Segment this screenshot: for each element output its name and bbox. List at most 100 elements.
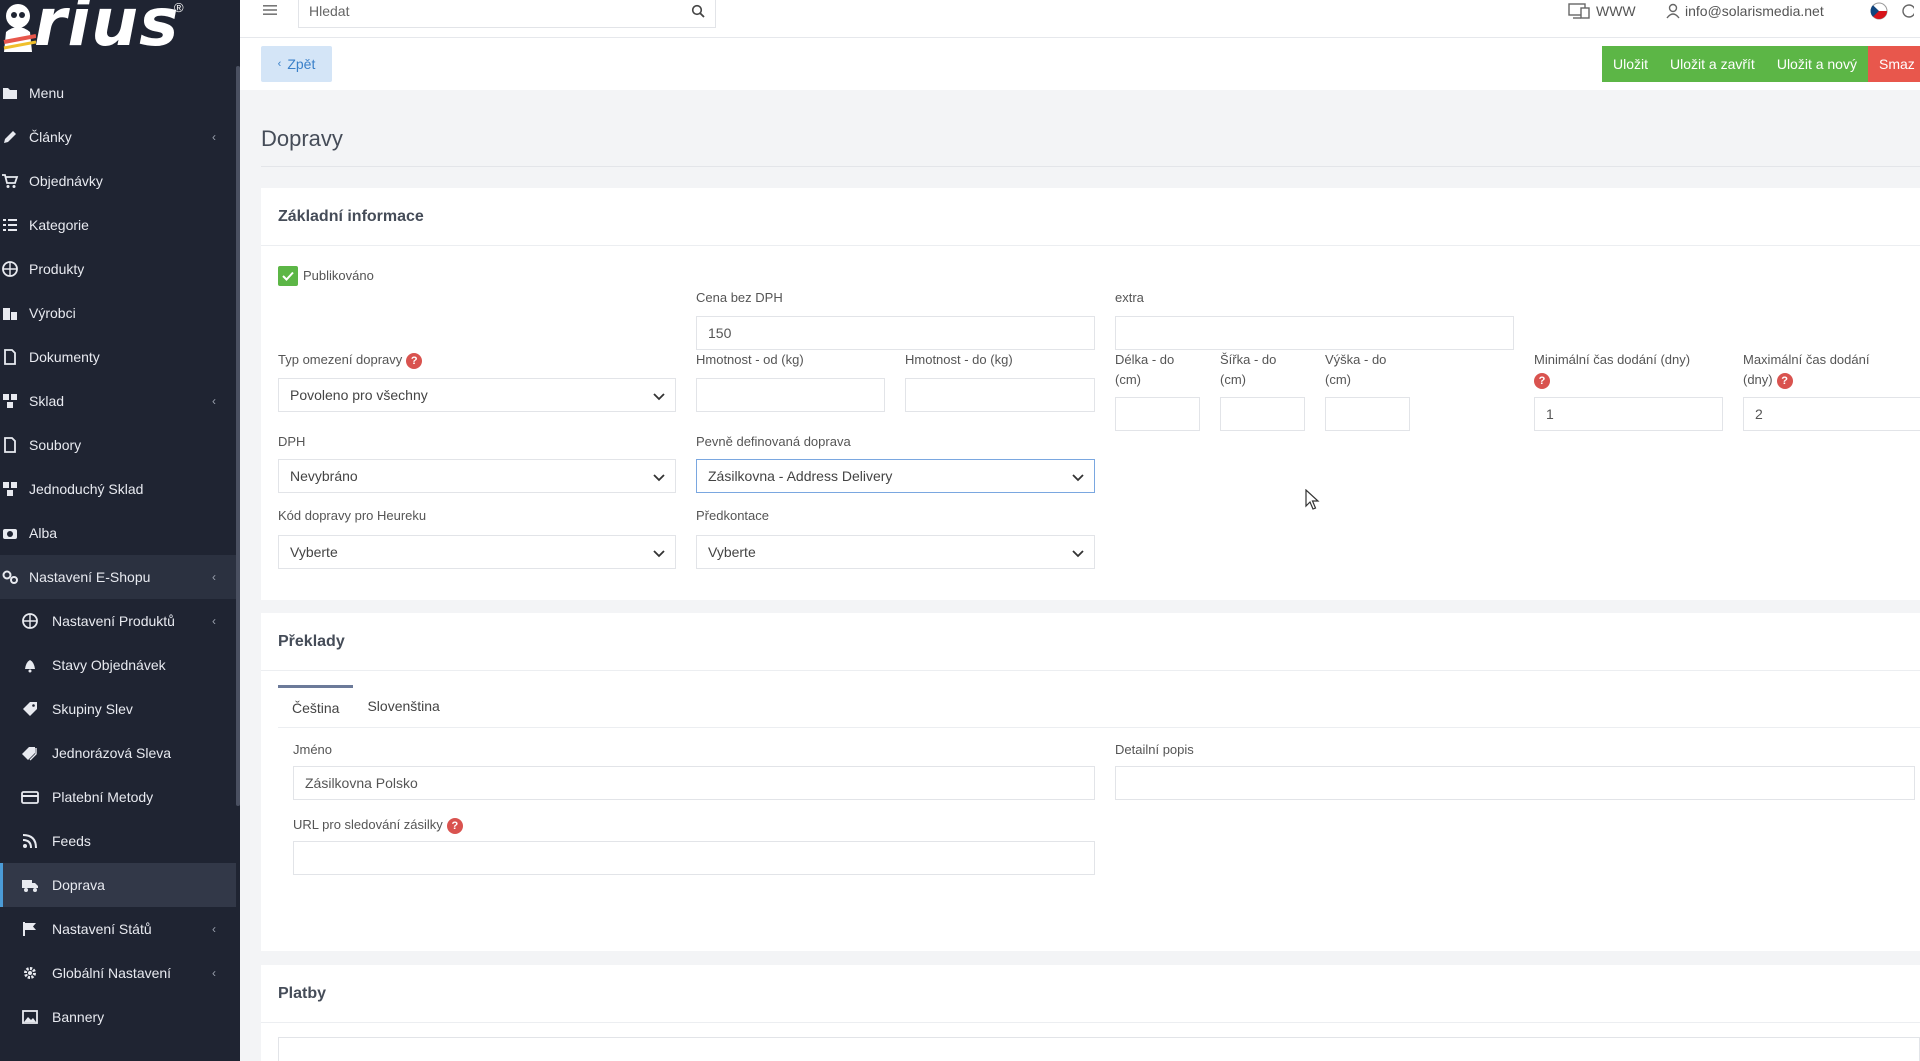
- mascot-icon: [3, 4, 36, 52]
- logo[interactable]: rius ®: [0, 0, 240, 62]
- sidebar-item-globalni-nastaveni[interactable]: Globální Nastavení ‹: [0, 951, 236, 995]
- sidebar-item-nastaveni-e-shopu[interactable]: Nastavení E-Shopu ‹: [0, 555, 236, 599]
- tab-slovenstina[interactable]: Slovenština: [353, 685, 453, 727]
- sidebar-item-clanky[interactable]: Články ‹: [0, 115, 236, 159]
- sidebar-item-alba[interactable]: Alba: [0, 511, 236, 555]
- extra-input[interactable]: [1115, 316, 1514, 350]
- heureka-value: Vyberte: [290, 544, 338, 560]
- sidebar-item-doprava[interactable]: Doprava: [0, 863, 236, 907]
- chevron-left-icon: ‹: [212, 922, 216, 936]
- sidebar-scrollbar[interactable]: [236, 66, 240, 806]
- sidebar-item-soubory[interactable]: Soubory: [0, 423, 236, 467]
- help-icon[interactable]: ?: [446, 817, 463, 834]
- flag-icon: [21, 920, 39, 938]
- chevron-down-icon: [1072, 474, 1084, 482]
- tags-icon: [21, 744, 39, 762]
- sidebar-item-label: Jednoduchý Sklad: [29, 481, 144, 497]
- extra-label: extra: [1115, 290, 1144, 305]
- chevron-down-icon: [653, 393, 665, 401]
- vat-select[interactable]: Nevybráno: [278, 459, 676, 493]
- sidebar-item-kategorie[interactable]: Kategorie: [0, 203, 236, 247]
- tag-icon: [21, 700, 39, 718]
- image-icon: [21, 1008, 39, 1026]
- width-label: Šířka - do (cm): [1220, 350, 1276, 390]
- help-icon[interactable]: ?: [1534, 372, 1550, 389]
- sidebar-item-jednorazova-sleva[interactable]: Jednorázová Sleva: [0, 731, 236, 775]
- tab-cestina[interactable]: Čeština: [278, 685, 354, 727]
- length-input[interactable]: [1115, 397, 1200, 431]
- cart-icon: [1, 172, 19, 190]
- price-input[interactable]: 150: [696, 316, 1095, 350]
- sidebar-item-sklad[interactable]: Sklad ‹: [0, 379, 236, 423]
- published-checkbox[interactable]: [278, 266, 298, 286]
- weight-to-label: Hmotnost - do (kg): [905, 352, 1013, 367]
- sidebar-item-produkty[interactable]: Produkty: [0, 247, 236, 291]
- save-button[interactable]: Uložit: [1602, 46, 1660, 82]
- translations-header: Překlady: [261, 613, 1920, 671]
- sidebar-item-menu[interactable]: Menu: [0, 71, 236, 115]
- search-box: [298, 0, 716, 28]
- url-input[interactable]: [293, 841, 1095, 875]
- save-new-button[interactable]: Uložit a nový: [1765, 46, 1868, 82]
- heureka-select[interactable]: Vyberte: [278, 535, 676, 569]
- fixed-delivery-select[interactable]: Zásilkovna - Address Delivery: [696, 459, 1095, 493]
- precontact-value: Vyberte: [708, 544, 756, 560]
- restriction-label-text: Typ omezení dopravy: [278, 352, 403, 367]
- sidebar-item-feeds[interactable]: Feeds: [0, 819, 236, 863]
- cogs-icon: [1, 568, 19, 586]
- published-label: Publikováno: [303, 268, 374, 283]
- page-title: Dopravy: [261, 126, 343, 151]
- restriction-select[interactable]: Povoleno pro všechny: [278, 378, 676, 412]
- sidebar-item-bannery[interactable]: Bannery: [0, 995, 236, 1039]
- payments-panel: [278, 1037, 1920, 1061]
- bell-icon: [21, 656, 39, 674]
- help-icon[interactable]: ?: [406, 352, 423, 369]
- sidebar-item-label: Alba: [29, 525, 58, 541]
- max-time-input[interactable]: 2: [1743, 397, 1920, 431]
- www-link[interactable]: WWW: [1568, 0, 1636, 22]
- chevron-left-icon: ‹: [212, 966, 216, 980]
- sidebar-item-platebni-metody[interactable]: Platební Metody: [0, 775, 236, 819]
- sidebar-item-dokumenty[interactable]: Dokumenty: [0, 335, 236, 379]
- language-tabs: Čeština Slovenština: [278, 685, 454, 727]
- detail-input[interactable]: [1115, 766, 1915, 800]
- sidebar-item-objednavky[interactable]: Objednávky: [0, 159, 236, 203]
- sidebar-item-stavy-objednavek[interactable]: Stavy Objednávek: [0, 643, 236, 687]
- save-close-button[interactable]: Uložit a zavřít: [1659, 46, 1766, 82]
- sidebar-item-label: Kategorie: [29, 217, 89, 233]
- weight-to-input[interactable]: [905, 378, 1095, 412]
- weight-from-input[interactable]: [696, 378, 885, 412]
- user-menu[interactable]: info@solarismedia.net: [1666, 0, 1824, 22]
- help-icon[interactable]: ?: [1776, 372, 1793, 389]
- sidebar-item-label: Sklad: [29, 393, 65, 409]
- min-time-input[interactable]: 1: [1534, 397, 1723, 431]
- precontact-select[interactable]: Vyberte: [696, 535, 1095, 569]
- name-input[interactable]: Zásilkovna Polsko: [293, 766, 1095, 800]
- height-input[interactable]: [1325, 397, 1410, 431]
- width-input[interactable]: [1220, 397, 1305, 431]
- sidebar-item-label: Produkty: [29, 261, 85, 277]
- sidebar-item-skupiny-slev[interactable]: Skupiny Slev: [0, 687, 236, 731]
- search-icon[interactable]: [691, 4, 705, 18]
- delete-button[interactable]: Smaz: [1867, 46, 1920, 82]
- sidebar-item-label: Jednorázová Sleva: [52, 745, 172, 761]
- topbar: WWW info@solarismedia.net: [240, 0, 1920, 38]
- back-button[interactable]: ‹ Zpět: [261, 46, 332, 82]
- settings-icon[interactable]: [1900, 2, 1914, 20]
- search-input[interactable]: [309, 0, 679, 22]
- basic-info-header: Základní informace: [261, 188, 1920, 246]
- sidebar-item-nastaveni-statu[interactable]: Nastavení Států ‹: [0, 907, 236, 951]
- language-switch[interactable]: [1870, 0, 1914, 22]
- sidebar-item-label: Globální Nastavení: [52, 965, 172, 981]
- sidebar-item-label: Menu: [29, 85, 65, 101]
- hamburger-icon[interactable]: [262, 2, 278, 18]
- sidebar-item-jednoduchy-sklad[interactable]: Jednoduchý Sklad: [0, 467, 236, 511]
- sidebar-item-vyrobci[interactable]: Výrobci: [0, 291, 236, 335]
- file-icon: [1, 436, 19, 454]
- sidebar-item-nastaveni-produktu[interactable]: Nastavení Produktů ‹: [0, 599, 236, 643]
- pencil-icon: [1, 128, 19, 146]
- camera-icon: [1, 524, 19, 542]
- translations-card: Překlady Čeština Slovenština Jméno Zásil…: [261, 613, 1920, 951]
- length-label-line1: Délka - do: [1115, 352, 1175, 367]
- rss-icon: [21, 832, 39, 850]
